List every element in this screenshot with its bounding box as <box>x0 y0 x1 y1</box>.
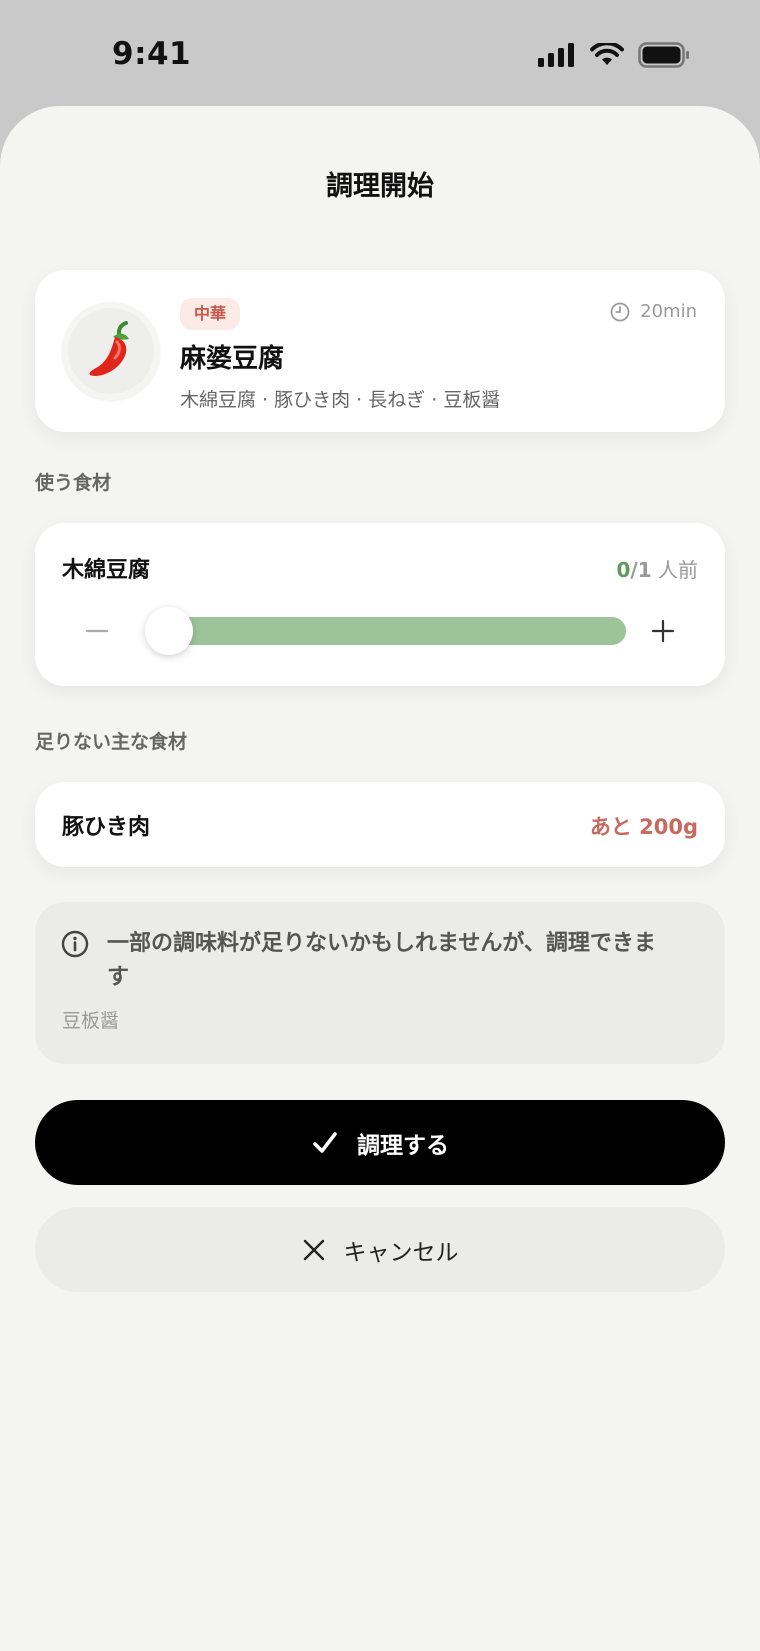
cook-sheet: 調理開始 中華 20min 麻婆豆腐 木綿豆腐 · 豚ひき肉 · 長ねぎ · 豆… <box>0 106 760 1651</box>
wifi-icon <box>590 43 624 65</box>
recipe-name: 麻婆豆腐 <box>180 344 285 374</box>
recipe-ingredients: 木綿豆腐 · 豚ひき肉 · 長ねぎ · 豆板醤 <box>180 389 501 411</box>
recipe-plate <box>62 302 160 400</box>
seasoning-note: 一部の調味料が足りないかもしれませんが、調理できます 豆板醤 <box>35 902 725 1064</box>
cancel-button-label: キャンセル <box>343 1239 459 1266</box>
cancel-button[interactable]: キャンセル <box>35 1207 725 1292</box>
decrease-button[interactable] <box>79 613 115 649</box>
note-seasoning: 豆板醤 <box>62 1010 120 1032</box>
checkmark-icon <box>313 1131 337 1153</box>
recipe-card: 中華 20min 麻婆豆腐 木綿豆腐 · 豚ひき肉 · 長ねぎ · 豆板醤 <box>35 270 725 432</box>
clock-icon <box>610 302 630 321</box>
portion-total: /1 <box>630 558 652 582</box>
increase-button[interactable] <box>645 613 681 649</box>
missing-ingredient-amount: あと 200g <box>589 815 698 839</box>
ingredient-name: 木綿豆腐 <box>62 558 151 583</box>
battery-icon <box>638 42 689 68</box>
portion-unit: 人前 <box>651 558 698 582</box>
sheet-title: 調理開始 <box>326 171 434 202</box>
missing-ingredient-name: 豚ひき肉 <box>62 815 151 840</box>
note-text: 一部の調味料が足りないかもしれませんが、調理できます <box>107 931 656 990</box>
missing-ingredients-label: 足りない主な食材 <box>35 731 188 753</box>
cellular-signal-icon <box>538 43 574 67</box>
status-bar: 9:41 <box>0 0 760 108</box>
chili-pepper-icon <box>89 321 129 376</box>
cook-time-label: 20min <box>640 301 697 322</box>
cook-button-label: 調理する <box>357 1132 449 1159</box>
portion-readout: 0/1 人前 <box>616 554 698 583</box>
use-ingredients-label: 使う食材 <box>35 472 112 494</box>
info-icon <box>61 930 89 958</box>
cuisine-tag: 中華 <box>180 298 241 330</box>
cook-button[interactable]: 調理する <box>35 1100 725 1185</box>
status-time: 9:41 <box>112 36 192 72</box>
close-icon <box>303 1239 324 1260</box>
missing-ingredient-row: 豚ひき肉 あと 200g <box>35 782 725 867</box>
portion-slider-thumb[interactable] <box>145 607 193 655</box>
cook-time: 20min <box>610 301 697 322</box>
status-icons <box>538 42 690 68</box>
portion-current: 0 <box>616 558 631 582</box>
portion-slider-track[interactable] <box>157 617 626 645</box>
ingredient-portion-card: 木綿豆腐 0/1 人前 <box>35 523 725 686</box>
